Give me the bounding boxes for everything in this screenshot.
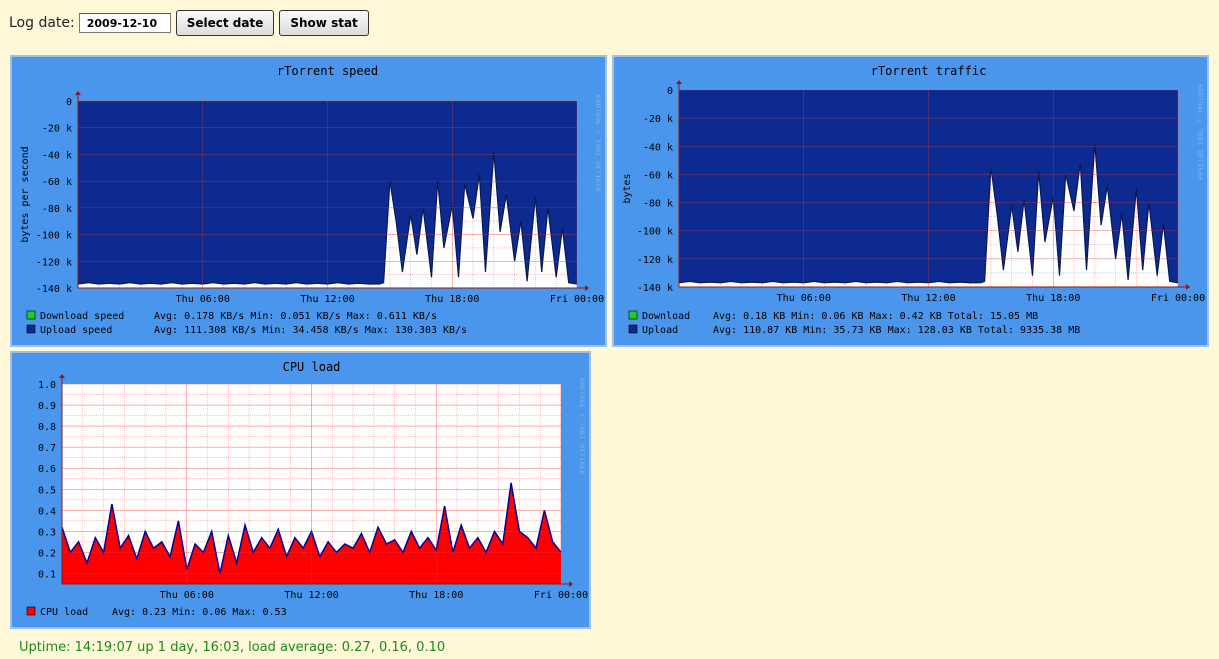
y-tick-label: -40 k [643,142,673,153]
rtorrent-speed-chart: rTorrent speed RRDTOOL / TOBI OETIKER 0 -20… [20,64,604,336]
x-tick-label: Fri 00:00 [534,590,588,601]
y-tick-label: -20 k [643,114,673,125]
y-axis-arrow [75,91,81,95]
chart-title: rTorrent traffic [871,64,987,78]
legend-series-name: Upload speed [40,325,112,336]
uptime-status: Uptime: 14:19:07 up 1 day, 16:03, load a… [19,640,446,655]
chart-title: CPU load [283,360,341,374]
y-tick-label: -20 k [42,124,72,135]
legend-series-name: CPU load [40,607,88,618]
rrdtool-watermark: RRDTOOL / TOBI OETIKER [594,95,602,192]
y-tick-label: -100 k [36,231,72,242]
legend-series-name: Download [642,311,690,322]
legend-swatch [26,310,36,320]
rtorrent-traffic-chart: rTorrent traffic RRDTOOL / TOBI OETIKER 0 -… [622,64,1205,336]
rtorrent-speed-graph: rTorrent speed RRDTOOL / TOBI OETIKER 0 -20… [10,55,607,347]
chart-title: rTorrent speed [277,64,378,78]
rrdtool-watermark: RRDTOOL / TOBI OETIKER [1196,84,1204,181]
y-tick-label: 0.1 [38,569,56,580]
y-tick-label: -80 k [42,204,72,215]
show-stat-button[interactable]: Show stat [279,10,369,36]
x-tick-label: Thu 18:00 [1026,293,1080,304]
y-tick-label: -60 k [42,177,72,188]
x-tick-label: Thu 06:00 [176,294,230,305]
y-tick-label: 0.6 [38,464,56,475]
cpu-load-chart: CPU load RRDTOOL / TOBI OETIKER 0.1 0.2 0.3 0… [26,360,588,618]
x-tick-label: Thu 12:00 [901,293,955,304]
legend-swatch [26,324,36,334]
x-tick-label: Fri 00:00 [550,294,604,305]
y-tick-label: 0.4 [38,506,56,517]
x-tick-label: Thu 12:00 [284,590,338,601]
legend-series-name: Upload [642,325,678,336]
legend-swatch [628,310,638,320]
y-tick-label: -120 k [637,255,673,266]
y-tick-label: 0.8 [38,422,56,433]
y-tick-label: 0.3 [38,527,56,538]
y-tick-label: 0 [66,97,72,108]
legend-stats: Avg: 0.23 Min: 0.06 Max: 0.53 [112,607,287,618]
log-date-input[interactable] [78,13,171,33]
x-axis-arrow [1186,284,1190,290]
x-axis-arrow [585,285,589,291]
x-tick-label: Thu 18:00 [409,590,463,601]
legend-stats: Avg: 110.87 KB Min: 35.73 KB Max: 128.03… [713,325,1080,336]
x-tick-label: Thu 12:00 [300,294,354,305]
y-tick-label: -140 k [36,284,72,295]
select-date-button[interactable]: Select date [175,10,275,36]
y-tick-label: -80 k [643,199,673,210]
y-tick-label: 0.2 [38,548,56,559]
legend-stats: Avg: 111.308 KB/s Min: 34.458 KB/s Max: … [154,325,467,336]
x-tick-label: Fri 00:00 [1151,293,1205,304]
log-date-form: Log date: Select date Show stat [9,10,374,36]
cpu-load-graph: CPU load RRDTOOL / TOBI OETIKER 0.1 0.2 0.3 0… [10,351,591,629]
y-tick-label: -120 k [36,257,72,268]
x-axis-arrow [569,581,573,587]
x-tick-label: Thu 06:00 [777,293,831,304]
y-axis-arrow [676,80,682,84]
legend-series-name: Download speed [40,311,124,322]
legend-swatch [628,324,638,334]
y-axis-arrow [59,374,65,378]
y-tick-label: -140 k [637,283,673,294]
y-axis-label: bytes per second [20,146,31,242]
legend-swatch [26,606,36,616]
legend-stats: Avg: 0.18 KB Min: 0.06 KB Max: 0.42 KB T… [713,311,1038,322]
y-tick-label: -100 k [637,227,673,238]
rtorrent-traffic-graph: rTorrent traffic RRDTOOL / TOBI OETIKER 0 -… [612,55,1209,347]
y-tick-label: 1.0 [38,380,56,391]
y-tick-label: 0.5 [38,485,56,496]
y-tick-label: 0.7 [38,443,56,454]
log-date-label: Log date: [9,15,75,31]
y-tick-label: 0.9 [38,401,56,412]
x-tick-label: Thu 06:00 [160,590,214,601]
y-tick-label: -60 k [643,170,673,181]
rrdtool-watermark: RRDTOOL / TOBI OETIKER [578,378,586,475]
x-tick-label: Thu 18:00 [425,294,479,305]
y-tick-label: -40 k [42,150,72,161]
y-axis-label: bytes [622,173,633,203]
y-tick-label: 0 [667,86,673,97]
legend-stats: Avg: 0.178 KB/s Min: 0.051 KB/s Max: 0.6… [154,311,437,322]
